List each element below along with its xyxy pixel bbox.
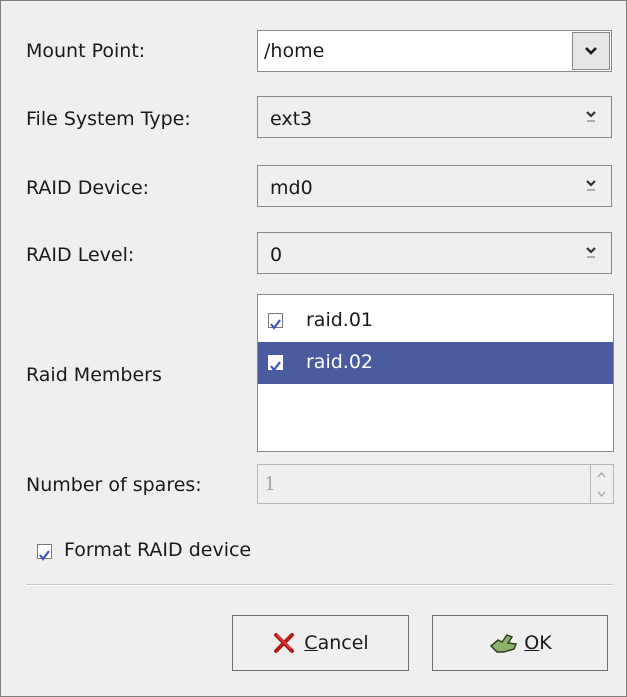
raid-level-dropdown-button[interactable] — [571, 233, 611, 273]
raid-member-row[interactable]: raid.01 — [258, 300, 613, 342]
raid-dialog: Mount Point: /home File System Type: ext… — [0, 0, 627, 697]
cancel-label: ancel — [317, 632, 369, 654]
raid-members-list[interactable]: raid.01 raid.02 — [257, 294, 614, 452]
mount-point-label: Mount Point: — [26, 40, 146, 62]
ok-button[interactable]: OK — [432, 615, 608, 671]
format-raid-checkbox[interactable] — [37, 544, 52, 561]
fs-type-dropdown-button[interactable] — [571, 97, 611, 137]
checkmark-icon — [39, 550, 50, 561]
separator — [26, 584, 613, 586]
arrow-up-icon — [597, 471, 606, 477]
cancel-x-icon — [274, 633, 295, 653]
raid-device-dropdown-button[interactable] — [571, 166, 611, 206]
raid-device-value: md0 — [270, 177, 313, 199]
raid-device-select[interactable]: md0 — [257, 165, 612, 207]
raid-member-row-selected[interactable]: raid.02 — [258, 342, 613, 384]
checkmark-icon — [270, 361, 281, 372]
fs-type-select[interactable]: ext3 — [257, 96, 612, 138]
spares-spinbutton[interactable]: 1 — [257, 464, 614, 504]
raid-level-select[interactable]: 0 — [257, 232, 612, 274]
arrow-down-icon — [597, 491, 606, 497]
spares-stepper — [590, 465, 613, 503]
raid-device-label: RAID Device: — [26, 177, 150, 199]
raid-member-label: raid.02 — [306, 351, 374, 373]
fs-type-label: File System Type: — [26, 108, 191, 130]
ok-label: K — [539, 632, 552, 654]
raid-member-checkbox[interactable] — [268, 355, 283, 372]
raid-members-label: Raid Members — [26, 364, 162, 386]
raid-member-label: raid.01 — [306, 309, 374, 331]
spares-decrement-button[interactable] — [591, 484, 612, 503]
ok-mnemonic: O — [524, 632, 540, 654]
cancel-button[interactable]: Cancel — [232, 615, 409, 671]
mount-point-dropdown-button[interactable] — [572, 32, 610, 70]
fs-type-value: ext3 — [270, 108, 313, 130]
raid-level-value: 0 — [270, 244, 283, 266]
format-raid-label[interactable]: Format RAID device — [64, 539, 251, 561]
cancel-mnemonic: C — [304, 632, 318, 654]
raid-level-label: RAID Level: — [26, 244, 135, 266]
chevron-down-icon — [585, 47, 597, 55]
option-arrow-icon — [586, 111, 596, 122]
spares-label: Number of spares: — [26, 474, 202, 496]
raid-member-checkbox[interactable] — [268, 313, 283, 330]
ok-hand-icon — [490, 634, 518, 653]
option-arrow-icon — [586, 247, 596, 258]
spares-value[interactable]: 1 — [264, 473, 276, 495]
mount-point-combo[interactable]: /home — [257, 30, 612, 72]
spares-increment-button[interactable] — [591, 465, 612, 484]
checkmark-icon — [270, 319, 281, 330]
option-arrow-icon — [586, 180, 596, 191]
mount-point-input[interactable]: /home — [264, 40, 324, 62]
